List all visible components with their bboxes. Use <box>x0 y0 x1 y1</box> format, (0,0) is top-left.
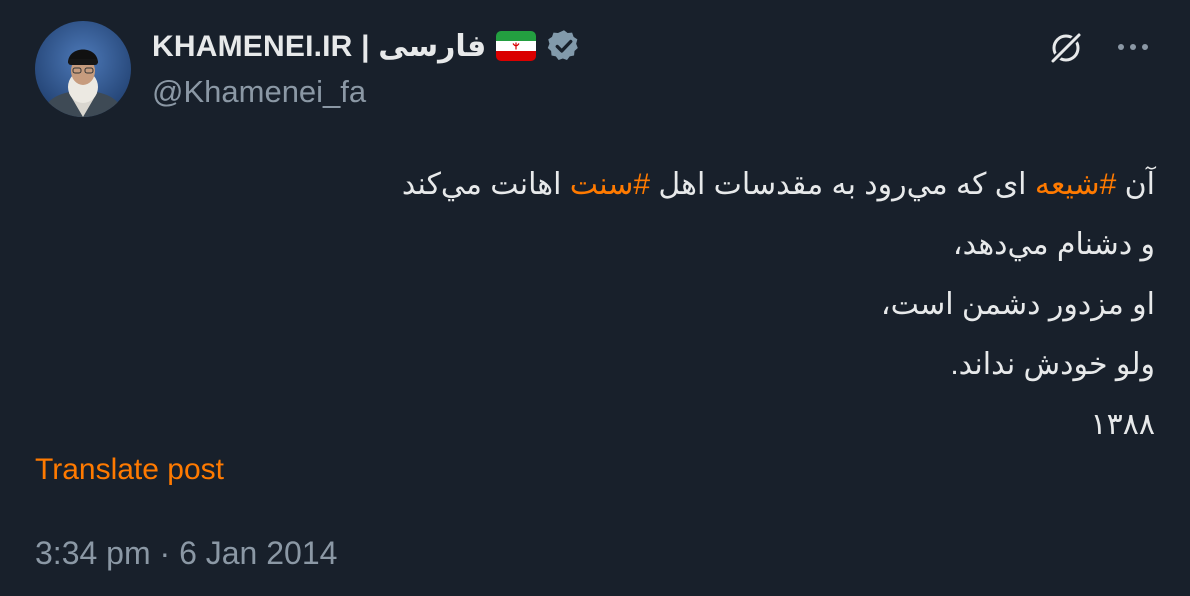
verified-badge-icon[interactable] <box>546 28 582 64</box>
author-name-row: KHAMENEI.IR | فارسی <box>152 26 582 66</box>
post-line-5: ۱۳۸۸ <box>1090 408 1155 441</box>
post-line-4: ولو خودش نداند. <box>950 348 1155 381</box>
post-text-segment: آن <box>1116 168 1155 201</box>
post-line-3: او مزدور دشمن است، <box>880 288 1155 321</box>
more-options-icon[interactable] <box>1113 32 1153 62</box>
post-text-segment: ای که مي‌رود به مقدسات اهل <box>650 168 1035 201</box>
profile-avatar[interactable] <box>35 21 131 117</box>
grok-icon[interactable] <box>1046 28 1086 68</box>
author-handle[interactable]: @Khamenei_fa <box>152 74 366 110</box>
avatar-image <box>41 49 125 117</box>
hashtag-shia[interactable]: #شیعه <box>1035 168 1116 201</box>
post-timestamp[interactable]: 3:34 pm · 6 Jan 2014 <box>35 535 337 572</box>
translate-post-link[interactable]: Translate post <box>35 453 224 487</box>
hashtag-sunnat[interactable]: #سنت <box>570 168 650 201</box>
post-container: KHAMENEI.IR | فارسی @Khamenei_fa آن #شیع… <box>0 0 1190 596</box>
post-line-2: و دشنام مي‌دهد، <box>952 228 1155 261</box>
post-text: آن #شیعه ای که مي‌رود به مقدسات اهل #سنت… <box>155 155 1155 455</box>
iran-flag-icon <box>496 31 537 61</box>
author-display-name[interactable]: KHAMENEI.IR | فارسی <box>152 29 486 64</box>
post-line-1: آن #شیعه ای که مي‌رود به مقدسات اهل #سنت… <box>155 155 1155 215</box>
post-text-segment: اهانت مي‌کند <box>401 168 570 201</box>
